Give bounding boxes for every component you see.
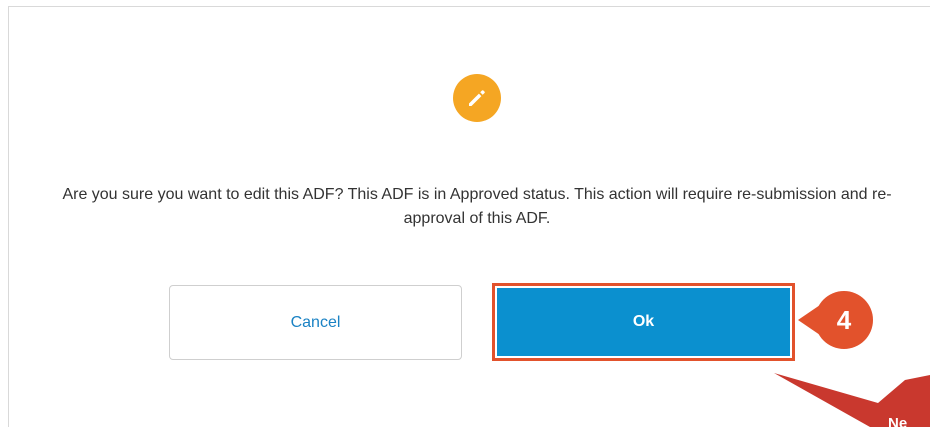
screenshot-stage: Are you sure you want to edit this ADF? … (0, 0, 930, 427)
ok-button[interactable]: Ok (497, 288, 790, 356)
callout-text: Ne (888, 415, 908, 427)
confirmation-message: Are you sure you want to edit this ADF? … (62, 186, 892, 227)
step-badge: 4 (815, 291, 873, 349)
pencil-icon (453, 74, 501, 122)
ok-button-highlight: Ok (492, 283, 795, 361)
cancel-button[interactable]: Cancel (169, 285, 462, 360)
